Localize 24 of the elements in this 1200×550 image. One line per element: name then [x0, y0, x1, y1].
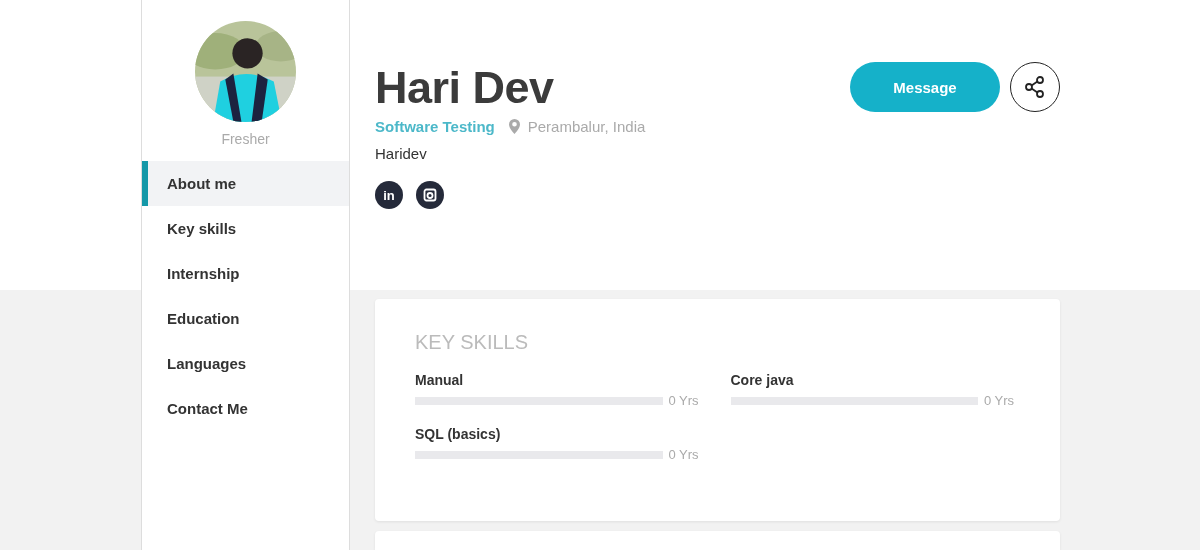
- section-title: KEY SKILLS: [415, 331, 530, 355]
- location-pin-icon: [508, 119, 520, 134]
- profile-name: Hari Dev: [375, 62, 555, 114]
- sidebar-item[interactable]: Education: [142, 296, 349, 341]
- social-link[interactable]: in: [375, 181, 403, 209]
- social-link[interactable]: [416, 181, 444, 209]
- skill-name: SQL (basics): [415, 426, 502, 443]
- skill-name: Manual: [415, 372, 465, 389]
- skill-years: 0 Yrs: [668, 393, 700, 409]
- camera-icon: [423, 188, 437, 202]
- sidebar-item[interactable]: Key skills: [142, 206, 349, 251]
- share-icon: [1023, 75, 1047, 99]
- job-role: Software Testing: [375, 118, 495, 135]
- location-text: Perambalur, India: [527, 118, 646, 135]
- sidebar-item[interactable]: Internship: [142, 251, 349, 296]
- skill-years: 0 Yrs: [668, 447, 700, 463]
- sidebar-item[interactable]: Contact Me: [142, 386, 349, 431]
- experience-label: Fresher: [221, 131, 270, 147]
- sidebar-item[interactable]: About me: [142, 161, 349, 206]
- skill-years: 0 Yrs: [984, 393, 1016, 409]
- share-button[interactable]: [1010, 62, 1060, 112]
- sidebar-item[interactable]: Languages: [142, 341, 349, 386]
- skill-name: Core java: [730, 372, 795, 389]
- username: Haridev: [375, 145, 428, 162]
